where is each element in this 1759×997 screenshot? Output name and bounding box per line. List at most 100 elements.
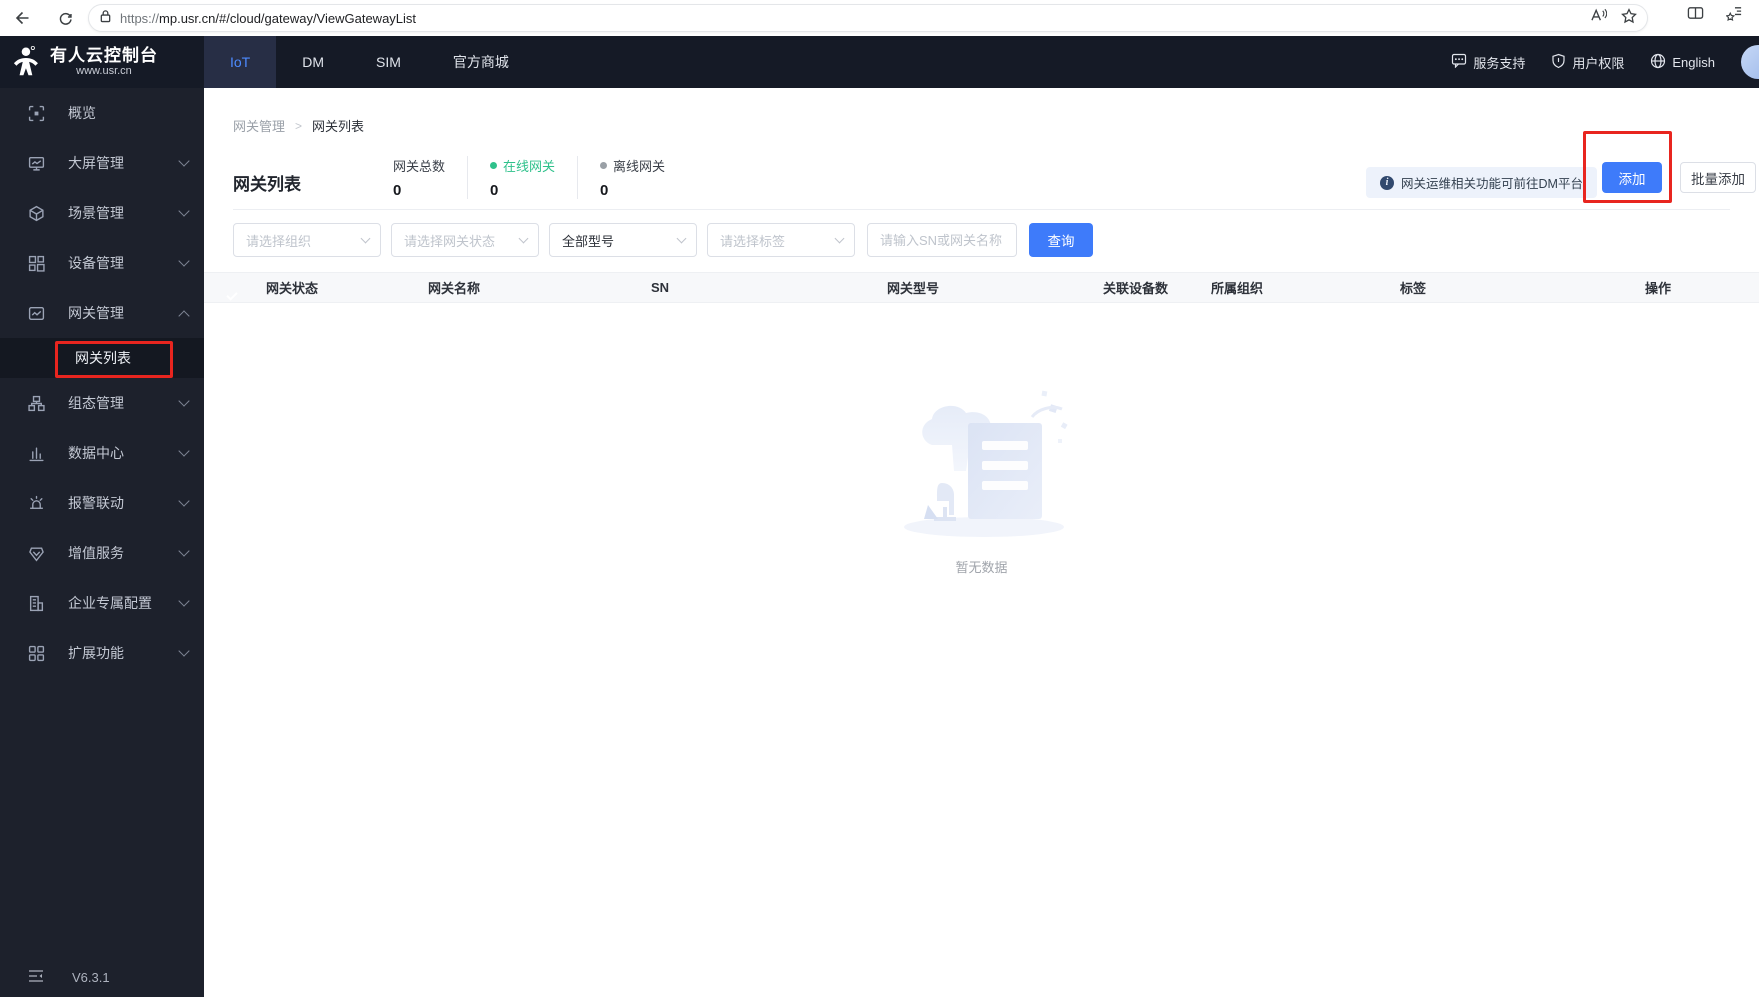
sidebar-item-label: 大屏管理 [68,155,124,171]
sidebar-item-label: 场景管理 [68,205,124,221]
chevron-down-icon [178,595,190,607]
main-content: 网关管理 > 网关列表 网关列表 网关总数 0 在线网关 0 离线网关 0 i … [204,88,1759,997]
lock-icon[interactable] [99,9,112,28]
chevron-down-icon [178,395,190,407]
stat-total-label: 网关总数 [393,159,446,174]
page-header: 网关列表 网关总数 0 在线网关 0 离线网关 0 i 网关运维相关功能可前往D… [233,148,1730,210]
alarm-icon [28,494,46,512]
sidebar-item-scada[interactable]: 组态管理 [0,378,204,428]
tab-mall[interactable]: 官方商城 [427,36,535,88]
model-select-value: 全部型号 [562,233,615,249]
breadcrumb-current: 网关列表 [312,119,365,134]
batch-add-button[interactable]: 批量添加 [1680,162,1756,193]
user-permission-label: 用户权限 [1572,55,1625,71]
col-actions: 操作 [1645,281,1672,296]
breadcrumb-separator: > [295,118,303,133]
split-screen-icon[interactable] [1687,5,1704,26]
vas-icon [28,544,46,562]
chat-icon [1451,53,1467,71]
gateway-status-select[interactable]: 请选择网关状态 [391,223,539,257]
refresh-icon[interactable] [52,5,78,31]
status-select-placeholder: 请选择网关状态 [404,233,496,249]
sidebar-item-label: 设备管理 [68,255,124,271]
sidebar-item-datacenter[interactable]: 数据中心 [0,428,204,478]
back-icon[interactable] [8,5,34,31]
model-select[interactable]: 全部型号 [549,223,697,257]
org-select-placeholder: 请选择组织 [246,233,312,249]
sidebar-item-device[interactable]: 设备管理 [0,238,204,288]
sidebar-item-vas[interactable]: 增值服务 [0,528,204,578]
stat-offline: 离线网关 0 [577,156,687,199]
service-support[interactable]: 服务支持 [1451,53,1525,72]
collections-icon[interactable] [1725,5,1743,26]
sidebar-item-alarm[interactable]: 报警联动 [0,478,204,528]
offline-dot-icon [600,162,608,169]
scene-icon [28,204,46,222]
page-title: 网关列表 [233,175,301,194]
sidebar-subitem-gateway-list[interactable]: 网关列表 [0,338,204,378]
org-select[interactable]: 请选择组织 [233,223,381,257]
top-nav: IoT DM SIM 官方商城 [204,36,535,88]
stat-online-label: 在线网关 [503,159,556,174]
query-button[interactable]: 查询 [1029,223,1093,257]
stat-offline-label: 离线网关 [613,159,666,174]
online-dot-icon [490,162,498,169]
brand-subtitle: www.usr.cn [76,65,132,78]
chevron-down-icon [178,155,190,167]
bigscreen-icon [28,154,46,172]
col-gateway-name: 网关名称 [428,281,481,296]
extension-icon [28,644,46,662]
chevron-down-icon [834,233,845,244]
breadcrumb-parent[interactable]: 网关管理 [233,116,285,135]
col-linked-devices: 关联设备数 [1103,281,1169,296]
shield-icon [1551,53,1566,72]
table-header: 网关状态 网关名称 SN 网关型号 关联设备数 所属组织 标签 操作 [204,272,1759,303]
filter-bar: 请选择组织 请选择网关状态 全部型号 请选择标签 查询 [233,223,1093,257]
search-input[interactable] [867,223,1017,257]
col-organization: 所属组织 [1211,281,1264,296]
language-label: English [1672,54,1715,70]
gateway-icon [28,304,46,322]
device-icon [28,254,46,272]
service-support-label: 服务支持 [1473,55,1526,71]
chevron-down-icon [360,233,371,244]
usr-person-logo-icon [10,45,44,79]
sidebar-item-label: 增值服务 [68,545,124,561]
tab-dm[interactable]: DM [276,36,350,88]
stat-total: 网关总数 0 [393,156,467,199]
tab-iot[interactable]: IoT [204,36,277,88]
chevron-up-icon [178,309,190,322]
empty-text: 暂无数据 [955,560,1008,575]
col-sn: SN [651,280,670,295]
sidebar-item-scene[interactable]: 场景管理 [0,188,204,238]
sidebar-item-gateway[interactable]: 网关管理 [0,288,204,338]
tag-select[interactable]: 请选择标签 [707,223,855,257]
page: https://mp.usr.cn/#/cloud/gateway/ViewGa… [0,0,1759,997]
sidebar-item-enterprise[interactable]: 企业专属配置 [0,578,204,628]
favorite-star-icon[interactable] [1621,7,1637,29]
version-label: V6.3.1 [72,969,110,985]
language-switch[interactable]: English [1650,53,1715,72]
sidebar-item-label: 扩展功能 [68,645,124,661]
stat-total-value: 0 [393,182,402,199]
sidebar: 概览 大屏管理 场景管理 设备管理 网关管理 网关列表 组态管理 数据中心 报警… [0,88,204,997]
scada-icon [28,394,46,412]
read-aloud-icon[interactable] [1590,8,1608,28]
url-text: https://mp.usr.cn/#/cloud/gateway/ViewGa… [120,10,417,26]
sidebar-item-label: 组态管理 [68,395,124,411]
sidebar-item-label: 报警联动 [68,495,124,511]
tag-select-placeholder: 请选择标签 [720,233,786,249]
chevron-down-icon [178,545,190,557]
tab-sim[interactable]: SIM [350,36,427,88]
address-bar[interactable]: https://mp.usr.cn/#/cloud/gateway/ViewGa… [88,4,1648,32]
collapse-menu-icon[interactable] [28,969,44,986]
stat-online: 在线网关 0 [467,156,577,199]
datacenter-icon [28,444,46,462]
overview-icon [28,104,46,122]
sidebar-item-bigscreen[interactable]: 大屏管理 [0,138,204,188]
brand-logo[interactable]: 有人云控制台 www.usr.cn [0,36,204,88]
sidebar-item-extension[interactable]: 扩展功能 [0,628,204,678]
sidebar-item-overview[interactable]: 概览 [0,88,204,138]
user-permission[interactable]: 用户权限 [1551,53,1624,72]
add-button[interactable]: 添加 [1602,162,1662,193]
